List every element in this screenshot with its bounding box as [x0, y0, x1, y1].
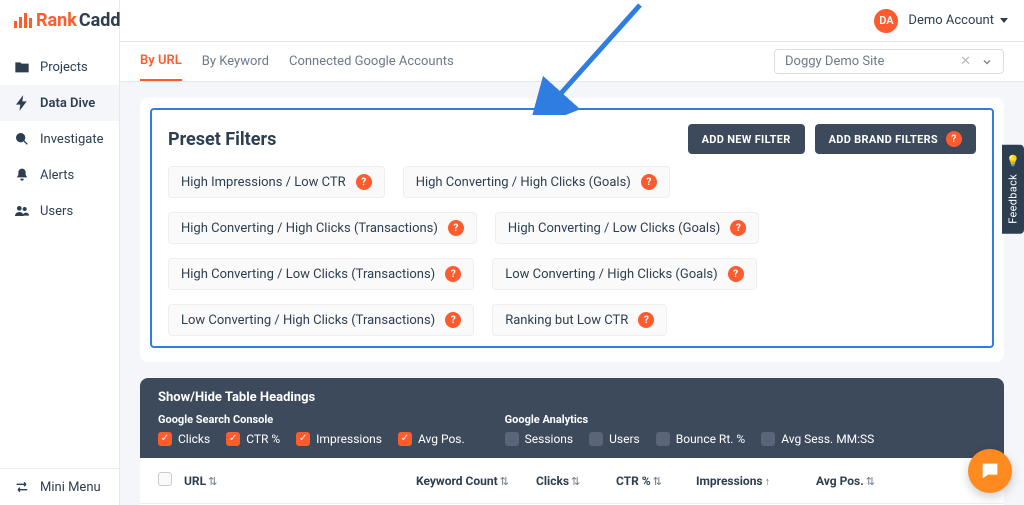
checkbox-icon: [398, 432, 412, 446]
help-badge-icon[interactable]: ?: [730, 220, 746, 236]
checkbox-icon: [589, 432, 603, 446]
sort-icon: ⇅: [653, 475, 662, 488]
sort-icon: ⇅: [866, 475, 875, 488]
sidebar-item-data-dive[interactable]: Data Dive: [0, 85, 119, 121]
help-badge-icon[interactable]: ?: [356, 174, 372, 190]
col-clicks[interactable]: Clicks⇅: [536, 474, 616, 488]
sort-icon: ↑: [765, 475, 771, 488]
preset-chip[interactable]: Low Converting / High Clicks (Transactio…: [168, 304, 474, 336]
checkbox-icon: [505, 432, 519, 446]
checkbox-icon: [761, 432, 775, 446]
col-keyword-count[interactable]: Keyword Count⇅: [416, 474, 536, 488]
swap-icon: [14, 479, 30, 495]
nav-label: Mini Menu: [40, 480, 101, 495]
tab-by-keyword[interactable]: By Keyword: [202, 43, 269, 80]
sidebar-item-users[interactable]: Users: [0, 193, 119, 229]
site-select-value: Doggy Demo Site: [785, 54, 884, 69]
help-badge-icon[interactable]: ?: [448, 220, 464, 236]
nav-label: Investigate: [40, 132, 103, 147]
nav-label: Users: [40, 204, 73, 219]
search-icon: [14, 131, 30, 147]
help-badge-icon[interactable]: ?: [445, 266, 461, 282]
col-impressions[interactable]: Impressions↑: [696, 474, 816, 488]
bell-icon: [14, 167, 30, 183]
config-title: Show/Hide Table Headings: [158, 390, 986, 405]
preset-chip[interactable]: High Converting / Low Clicks (Transactio…: [168, 258, 474, 290]
checkbox-icon: [226, 432, 240, 446]
table-header: URL⇅ Keyword Count⇅ Clicks⇅ CTR %⇅ Impre…: [140, 458, 1004, 504]
checkbox-sessions[interactable]: Sessions: [505, 432, 573, 446]
topbar: DA Demo Account: [120, 0, 1024, 42]
checkbox-users[interactable]: Users: [589, 432, 640, 446]
preset-chip[interactable]: High Converting / High Clicks (Goals)?: [403, 166, 670, 198]
checkbox-avg-pos[interactable]: Avg Pos.: [398, 432, 465, 446]
chevron-down-icon: [981, 56, 993, 68]
nav: Projects Data Dive Investigate Alerts Us…: [0, 43, 119, 229]
sidebar-item-alerts[interactable]: Alerts: [0, 157, 119, 193]
account-dropdown[interactable]: Demo Account: [908, 13, 1008, 28]
checkbox-bounce[interactable]: Bounce Rt. %: [656, 432, 745, 446]
col-avg-pos[interactable]: Avg Pos.⇅: [816, 474, 906, 488]
button-label: ADD NEW FILTER: [702, 133, 791, 146]
preset-chip[interactable]: High Impressions / Low CTR?: [168, 166, 385, 198]
add-brand-filters-button[interactable]: ADD BRAND FILTERS ?: [815, 124, 976, 154]
preset-filters-card: Preset Filters ADD NEW FILTER ADD BRAND …: [140, 98, 1004, 362]
sort-icon: ⇅: [208, 475, 217, 488]
logo[interactable]: RankCaddy: [0, 0, 119, 43]
clear-icon[interactable]: ✕: [960, 54, 971, 69]
account-label: Demo Account: [908, 13, 994, 28]
sort-icon: ⇅: [571, 475, 580, 488]
add-new-filter-button[interactable]: ADD NEW FILTER: [688, 124, 805, 154]
table-config: Show/Hide Table Headings Google Search C…: [140, 378, 1004, 458]
help-badge-icon[interactable]: ?: [946, 131, 962, 147]
sidebar-item-investigate[interactable]: Investigate: [0, 121, 119, 157]
sidebar-item-projects[interactable]: Projects: [0, 49, 119, 85]
config-group-ga: Google Analytics: [505, 413, 875, 426]
folder-icon: [14, 59, 30, 75]
checkbox-icon: [158, 432, 172, 446]
chat-icon: [979, 460, 1001, 482]
help-badge-icon[interactable]: ?: [638, 312, 654, 328]
logo-bars-icon: [14, 13, 32, 28]
sort-icon: ⇅: [500, 475, 509, 488]
checkbox-icon: [296, 432, 310, 446]
preset-chip[interactable]: Ranking but Low CTR?: [492, 304, 667, 336]
preset-title: Preset Filters: [168, 129, 276, 150]
preset-chip[interactable]: High Converting / Low Clicks (Goals)?: [495, 212, 759, 244]
nav-label: Data Dive: [40, 96, 95, 111]
col-url[interactable]: URL⇅: [184, 474, 416, 488]
help-badge-icon[interactable]: ?: [641, 174, 657, 190]
button-label: ADD BRAND FILTERS: [829, 133, 938, 146]
tab-row: By URL By Keyword Connected Google Accou…: [120, 42, 1024, 82]
help-badge-icon[interactable]: ?: [445, 312, 461, 328]
tab-by-url[interactable]: By URL: [140, 42, 182, 81]
checkbox-clicks[interactable]: Clicks: [158, 432, 210, 446]
config-group-gsc: Google Search Console: [158, 413, 465, 426]
sidebar-item-mini-menu[interactable]: Mini Menu: [0, 469, 119, 505]
site-select[interactable]: Doggy Demo Site ✕: [774, 49, 1004, 74]
feedback-tab[interactable]: Feedback: [1002, 145, 1024, 234]
logo-text-1: Rank: [36, 10, 77, 31]
chat-bubble-button[interactable]: [968, 449, 1012, 493]
preset-chip[interactable]: Low Converting / High Clicks (Goals)?: [492, 258, 756, 290]
select-all-checkbox[interactable]: [158, 472, 172, 486]
feedback-label: Feedback: [1007, 174, 1020, 224]
bolt-icon: [14, 95, 30, 111]
nav-label: Projects: [40, 60, 88, 75]
preset-chips: High Impressions / Low CTR? High Convert…: [168, 166, 976, 336]
nav-label: Alerts: [40, 168, 74, 183]
checkbox-icon: [656, 432, 670, 446]
avatar[interactable]: DA: [874, 9, 898, 33]
checkbox-impressions[interactable]: Impressions: [296, 432, 382, 446]
tab-connected-accounts[interactable]: Connected Google Accounts: [289, 43, 454, 80]
col-ctr[interactable]: CTR %⇅: [616, 474, 696, 488]
table-card: Show/Hide Table Headings Google Search C…: [140, 378, 1004, 505]
help-badge-icon[interactable]: ?: [728, 266, 744, 282]
checkbox-ctr[interactable]: CTR %: [226, 432, 280, 446]
checkbox-avg-sess[interactable]: Avg Sess. MM:SS: [761, 432, 874, 446]
preset-chip[interactable]: High Converting / High Clicks (Transacti…: [168, 212, 477, 244]
caret-down-icon: [1000, 18, 1008, 23]
users-icon: [14, 203, 30, 219]
sidebar: RankCaddy Projects Data Dive Investigate…: [0, 0, 120, 505]
